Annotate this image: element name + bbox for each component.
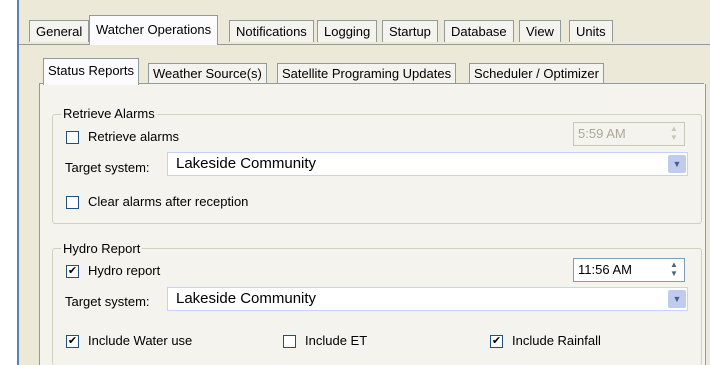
include-rainfall-checkbox[interactable]: ✔ xyxy=(490,335,503,348)
clear-alarms-label: Clear alarms after reception xyxy=(88,194,249,209)
include-water-use-label: Include Water use xyxy=(88,333,193,348)
hydro-report-time-spinner[interactable]: ▲ ▼ xyxy=(666,261,682,279)
hydro-report-checkbox[interactable]: ✔ xyxy=(66,265,79,278)
chevron-down-icon[interactable]: ▼ xyxy=(668,290,686,308)
tab-startup[interactable]: Startup xyxy=(382,20,438,42)
status-reports-panel: Retrieve Alarms Retrieve alarms 5:59 AM … xyxy=(39,84,706,365)
retrieve-alarms-time-value: 5:59 AM xyxy=(578,126,626,141)
tab-general[interactable]: General xyxy=(29,20,90,42)
subtab-scheduler-optimizer[interactable]: Scheduler / Optimizer xyxy=(469,63,604,83)
main-tab-strip: General Watcher Operations Notifications… xyxy=(19,0,710,46)
hydro-report-time-value: 11:56 AM xyxy=(578,262,632,277)
retrieve-alarms-time[interactable]: 5:59 AM ▲ ▼ xyxy=(573,122,685,146)
include-et-checkbox[interactable] xyxy=(283,335,296,348)
spin-down-icon[interactable]: ▼ xyxy=(666,270,682,279)
include-water-use-checkbox[interactable]: ✔ xyxy=(66,335,79,348)
tab-units[interactable]: Units xyxy=(569,20,613,42)
hydro-report-time[interactable]: 11:56 AM ▲ ▼ xyxy=(573,258,685,282)
check-icon: ✔ xyxy=(67,265,78,277)
subtab-satellite-programing-updates[interactable]: Satellite Programing Updates xyxy=(277,63,457,83)
hydro-report-group-title: Hydro Report xyxy=(61,241,143,256)
subtab-weather-sources[interactable]: Weather Source(s) xyxy=(148,63,267,83)
hydro-report-target-label: Target system: xyxy=(65,294,150,309)
tab-notifications[interactable]: Notifications xyxy=(229,20,314,42)
subtab-status-reports[interactable]: Status Reports xyxy=(43,58,139,85)
retrieve-alarms-target-label: Target system: xyxy=(65,160,150,175)
check-icon: ✔ xyxy=(67,335,78,347)
tab-view[interactable]: View xyxy=(519,20,561,42)
retrieve-alarms-target-select[interactable]: Lakeside Community ▼ xyxy=(167,152,688,176)
include-rainfall-label: Include Rainfall xyxy=(512,333,601,348)
retrieve-alarms-group-title: Retrieve Alarms xyxy=(61,106,157,121)
spin-down-icon[interactable]: ▼ xyxy=(666,134,682,143)
hydro-report-target-select[interactable]: Lakeside Community ▼ xyxy=(167,287,688,311)
retrieve-alarms-time-spinner[interactable]: ▲ ▼ xyxy=(666,125,682,143)
tab-database[interactable]: Database xyxy=(444,20,514,42)
chevron-down-icon[interactable]: ▼ xyxy=(668,155,686,173)
retrieve-alarms-checkbox[interactable] xyxy=(66,131,79,144)
tab-watcher-operations[interactable]: Watcher Operations xyxy=(89,15,219,45)
hydro-report-label: Hydro report xyxy=(88,263,161,278)
options-window: General Watcher Operations Notifications… xyxy=(17,0,710,365)
include-et-label: Include ET xyxy=(305,333,368,348)
clear-alarms-checkbox[interactable] xyxy=(66,196,79,209)
tab-logging[interactable]: Logging xyxy=(317,20,378,42)
hydro-report-target-value: Lakeside Community xyxy=(176,290,317,307)
retrieve-alarms-target-value: Lakeside Community xyxy=(176,155,317,172)
check-icon: ✔ xyxy=(491,335,502,347)
retrieve-alarms-label: Retrieve alarms xyxy=(88,129,180,144)
